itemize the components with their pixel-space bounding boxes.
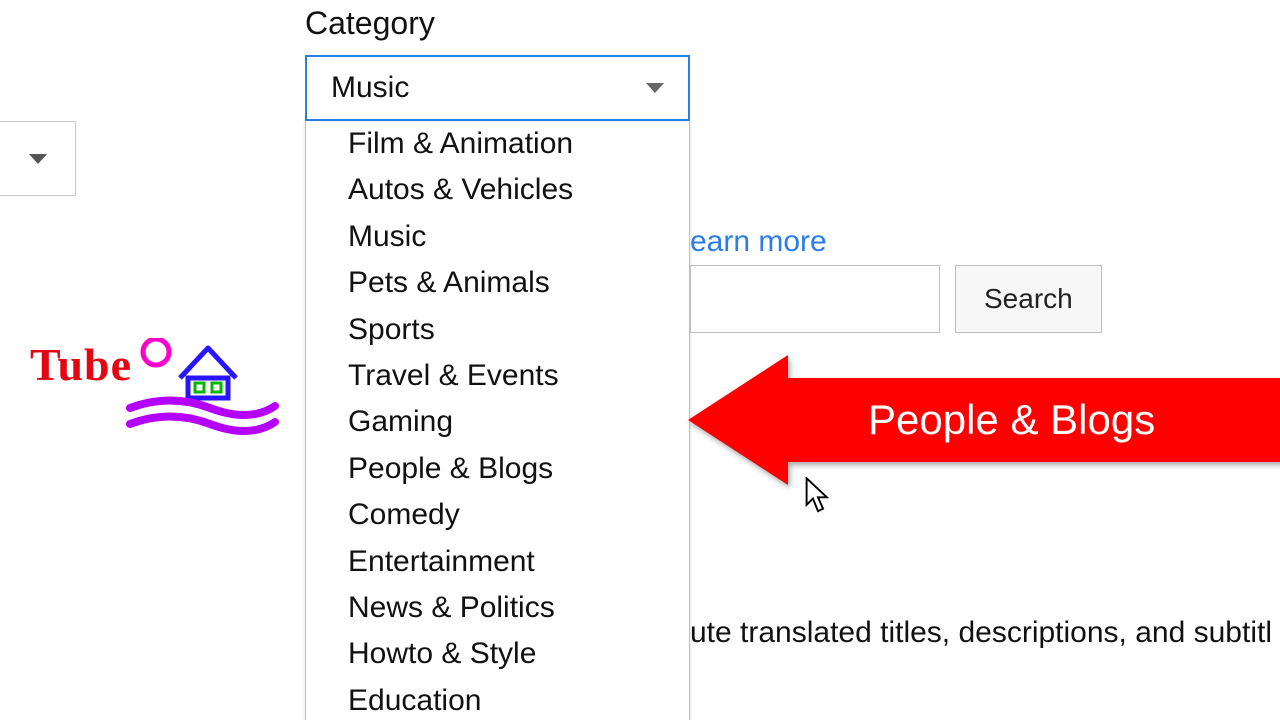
- search-input[interactable]: [690, 265, 940, 333]
- callout-arrow: People & Blogs: [688, 355, 1280, 485]
- category-option[interactable]: Pets & Animals: [306, 260, 689, 306]
- category-option[interactable]: Comedy: [306, 492, 689, 538]
- category-option[interactable]: Howto & Style: [306, 631, 689, 677]
- category-option[interactable]: News & Politics: [306, 585, 689, 631]
- translated-info-text: ute translated titles, descriptions, and…: [690, 616, 1272, 650]
- learn-more-link[interactable]: earn more: [690, 225, 827, 259]
- category-option[interactable]: Education: [306, 678, 689, 720]
- category-option[interactable]: Film & Animation: [306, 121, 689, 167]
- category-selected-value: Music: [331, 71, 409, 105]
- circle-icon: [143, 339, 169, 365]
- category-option[interactable]: Music: [306, 214, 689, 260]
- arrow-left-icon: [688, 355, 788, 485]
- category-option[interactable]: Travel & Events: [306, 353, 689, 399]
- category-option[interactable]: People & Blogs: [306, 446, 689, 492]
- chevron-down-icon: [29, 154, 47, 164]
- search-button[interactable]: Search: [955, 265, 1102, 333]
- logo: Tube: [30, 338, 280, 438]
- logo-text: Tube: [30, 339, 132, 390]
- category-select[interactable]: Music: [305, 55, 690, 121]
- category-option[interactable]: Gaming: [306, 399, 689, 445]
- category-label: Category: [305, 5, 435, 42]
- wave-icon: [130, 417, 275, 432]
- callout-label: People & Blogs: [788, 378, 1280, 462]
- secondary-select[interactable]: [0, 121, 76, 196]
- category-dropdown: Film & AnimationAutos & VehiclesMusicPet…: [305, 121, 690, 720]
- house-icon: [180, 348, 236, 398]
- category-option[interactable]: Sports: [306, 307, 689, 353]
- chevron-down-icon: [646, 83, 664, 93]
- wave-icon: [130, 401, 275, 416]
- category-option[interactable]: Autos & Vehicles: [306, 167, 689, 213]
- category-option[interactable]: Entertainment: [306, 539, 689, 585]
